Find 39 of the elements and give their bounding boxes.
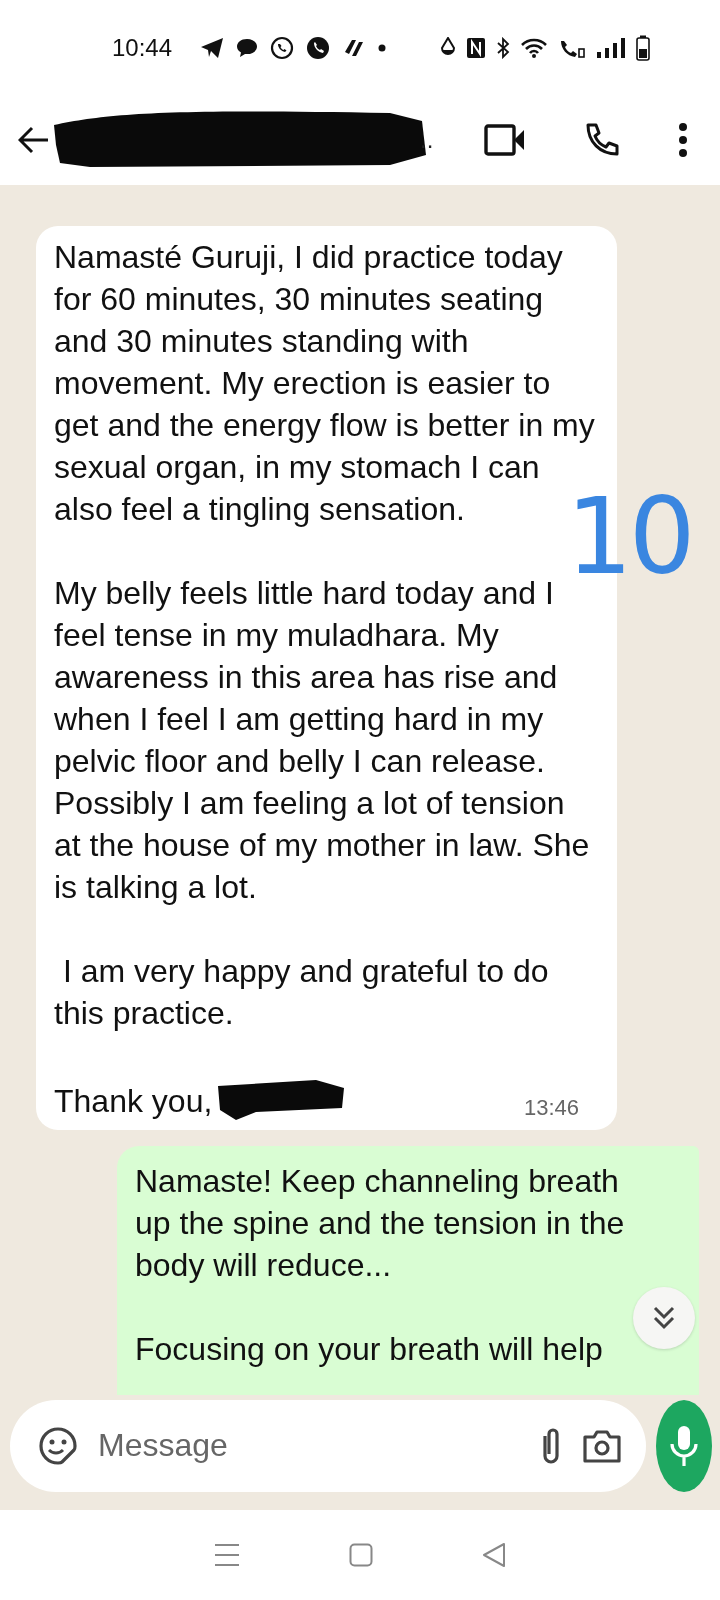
back-nav-button[interactable] [481,1542,506,1568]
video-call-button[interactable] [484,124,526,156]
message-text: My belly feels little hard today and I feel tense in my muladhara. My awareness in this area has rise and when I feel I am getting hard in my pelvic floor and belly I can release. Possibly I am feeling a lot of tension at the house of my mother in law. She is talking a lot. [54,574,591,907]
chat-bubble-icon [236,37,259,58]
dot-icon [378,43,387,52]
recent-apps-button[interactable] [214,1543,241,1567]
voice-call-button[interactable] [584,122,620,158]
clock: 10:44 [112,33,173,62]
battery-icon [636,34,651,61]
bluetooth-icon [496,36,511,59]
triangle-back-icon [481,1542,506,1568]
camera-icon [582,1427,622,1464]
video-camera-icon [484,124,526,156]
message-text: I am very happy and grateful to do this practice. [54,952,550,1033]
phone-circle-icon [306,35,331,60]
message-time: 13:46 [523,1094,579,1122]
back-arrow-icon [18,126,50,154]
message-text: Thank you, [54,1082,213,1121]
message-text: Focusing on your breath will help [135,1330,604,1369]
camera-button[interactable] [582,1427,622,1464]
phone-bubble-icon [270,35,295,60]
menu-button[interactable] [678,122,688,158]
message-field[interactable]: Message [10,1399,646,1492]
double-chevron-down-icon [653,1305,675,1331]
phone-icon [584,122,620,158]
send-icon [200,36,225,59]
square-icon [349,1543,373,1567]
contact-name: .. [420,126,434,154]
menu-icon [214,1543,241,1567]
nfc-icon [466,36,487,59]
signal-icon [596,36,627,59]
sticker-icon [38,1425,78,1466]
wifi-icon [520,36,549,59]
microphone-icon [669,1423,699,1468]
message-input[interactable]: Message [96,1426,520,1465]
home-button[interactable] [349,1543,373,1567]
back-button[interactable] [18,126,50,154]
message-text: Namaste! Keep channeling breath up the spine and the tension in the body will reduce... [135,1162,626,1285]
more-options-icon [678,122,688,158]
